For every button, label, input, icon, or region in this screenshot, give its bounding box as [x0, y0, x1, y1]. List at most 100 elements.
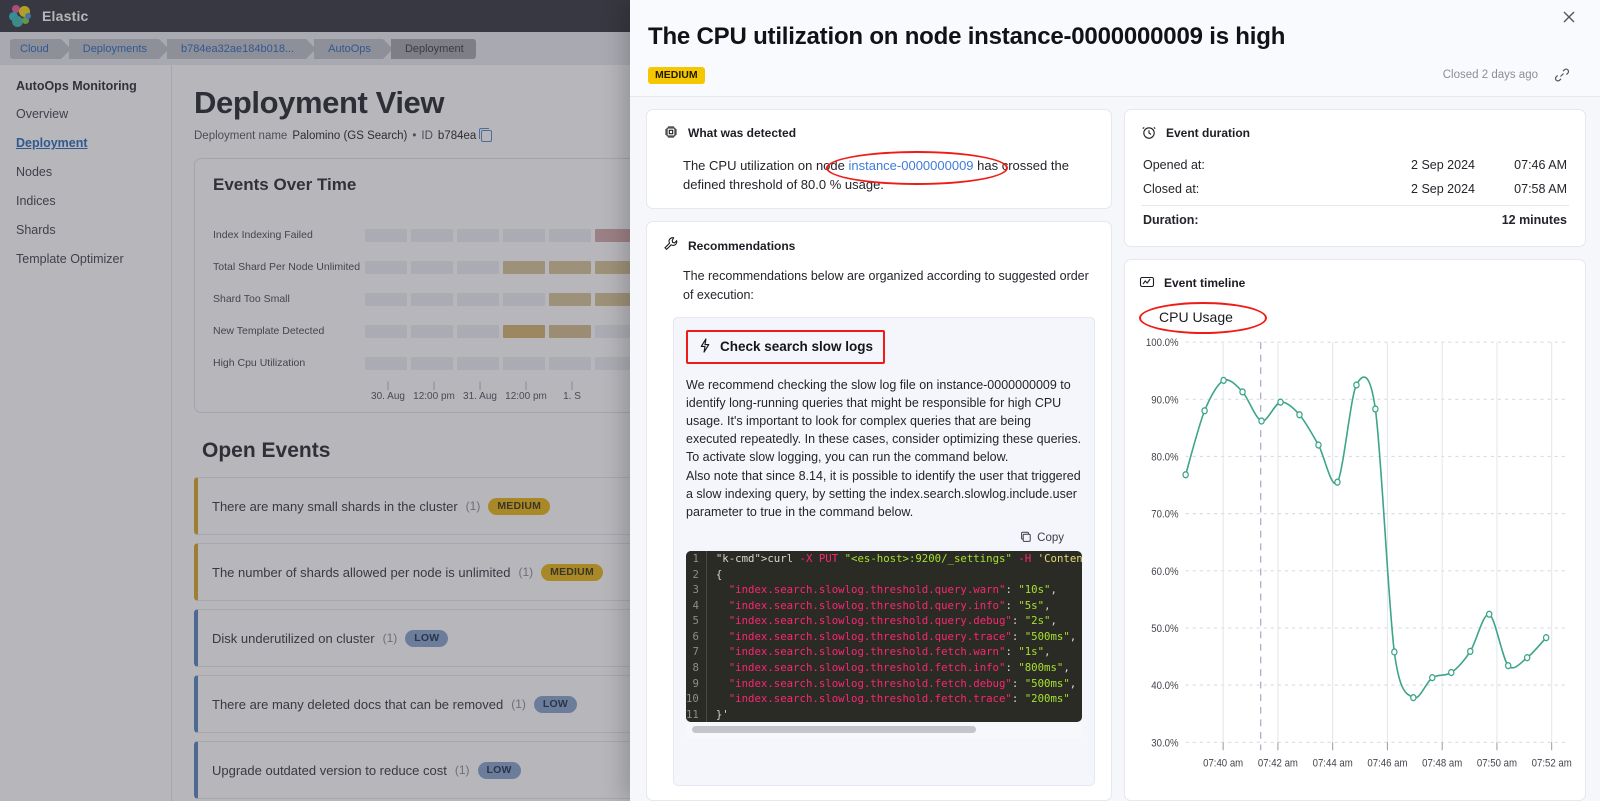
recommendation-title[interactable]: Check search slow logs	[686, 330, 885, 364]
svg-text:80.0%: 80.0%	[1151, 452, 1178, 464]
alarm-clock-icon	[1141, 124, 1157, 143]
code-line-content: "index.search.slowlog.threshold.fetch.de…	[706, 676, 1082, 692]
code-line-number: 6	[686, 629, 706, 645]
code-line: 2{	[686, 567, 1082, 583]
recommendations-panel: Recommendations The recommendations belo…	[646, 221, 1112, 801]
cpu-usage-chart-svg: 30.0% 40.0% 50.0% 60.0% 70.0% 80.0% 90.0% 100.0…	[1139, 333, 1575, 790]
code-line-number: 7	[686, 644, 706, 660]
code-line-content: "index.search.slowlog.threshold.query.tr…	[706, 629, 1082, 645]
lightning-bolt-icon	[698, 338, 712, 356]
app-root: Elastic Cloud Deployments b784ea32ae184b…	[0, 0, 1600, 801]
code-line: 1"k-cmd">curl -X PUT "<es-host>:9200/_se…	[686, 551, 1082, 567]
close-icon[interactable]	[1558, 8, 1580, 30]
code-line-content: "k-cmd">curl -X PUT "<es-host>:9200/_set…	[706, 551, 1082, 567]
node-link[interactable]: instance-0000000009	[848, 158, 973, 173]
chart-title: CPU Usage	[1153, 307, 1575, 327]
svg-text:50.0%: 50.0%	[1151, 623, 1178, 635]
svg-text:07:44 am: 07:44 am	[1313, 758, 1353, 770]
code-line: 4 "index.search.slowlog.threshold.query.…	[686, 598, 1082, 614]
code-line: 9 "index.search.slowlog.threshold.fetch.…	[686, 676, 1082, 692]
duration-label: Duration:	[1143, 213, 1365, 227]
copy-icon	[1020, 531, 1032, 546]
event-duration-label: Event duration	[1166, 126, 1250, 140]
cpu-usage-chart[interactable]: 30.0% 40.0% 50.0% 60.0% 70.0% 80.0% 90.0% 100.0…	[1139, 333, 1575, 790]
recommendation-title-wrap: Check search slow logs	[686, 330, 885, 364]
code-line: 7 "index.search.slowlog.threshold.fetch.…	[686, 644, 1082, 660]
closed-at-time: 07:58 AM	[1475, 182, 1567, 196]
flyout-title: The CPU utilization on node instance-000…	[648, 22, 1288, 53]
duration-divider	[1141, 205, 1569, 206]
opened-at-label: Opened at:	[1143, 158, 1365, 172]
event-duration-panel: Event duration Opened at: 2 Sep 2024 07:…	[1124, 109, 1586, 247]
svg-text:07:50 am: 07:50 am	[1477, 758, 1517, 770]
svg-text:100.0%: 100.0%	[1146, 337, 1179, 349]
code-line-content: "index.search.slowlog.threshold.query.wa…	[706, 582, 1082, 598]
closed-at-row: Closed at: 2 Sep 2024 07:58 AM	[1141, 177, 1569, 201]
svg-text:70.0%: 70.0%	[1151, 509, 1178, 521]
code-block[interactable]: 1"k-cmd">curl -X PUT "<es-host>:9200/_se…	[686, 551, 1082, 723]
closed-at-date: 2 Sep 2024	[1365, 182, 1475, 196]
copy-label: Copy	[1037, 532, 1064, 544]
code-line-content: "index.search.slowlog.threshold.query.in…	[706, 598, 1082, 614]
svg-text:60.0%: 60.0%	[1151, 566, 1178, 578]
flyout-right-column: Event duration Opened at: 2 Sep 2024 07:…	[1124, 109, 1586, 801]
what-was-detected-header: What was detected	[663, 124, 1095, 143]
code-line-content: }'	[706, 707, 1082, 723]
svg-text:07:52 am: 07:52 am	[1532, 758, 1572, 770]
code-line: 5 "index.search.slowlog.threshold.query.…	[686, 613, 1082, 629]
code-line-content: {	[706, 567, 1082, 583]
event-timeline-header: Event timeline	[1139, 274, 1575, 293]
recommendation-item: Check search slow logs We recommend chec…	[673, 317, 1095, 786]
event-timeline-label: Event timeline	[1164, 276, 1245, 290]
code-line-number: 4	[686, 598, 706, 614]
code-line-content: "index.search.slowlog.threshold.fetch.tr…	[706, 691, 1082, 707]
duration-row: Duration: 12 minutes	[1141, 208, 1569, 232]
duration-value: 12 minutes	[1475, 213, 1567, 227]
recommendation-title-label: Check search slow logs	[720, 339, 873, 354]
code-line: 11}'	[686, 707, 1082, 723]
code-line: 8 "index.search.slowlog.threshold.fetch.…	[686, 660, 1082, 676]
svg-text:30.0%: 30.0%	[1151, 738, 1178, 750]
closed-at-label: Closed at:	[1143, 182, 1365, 196]
opened-at-date: 2 Sep 2024	[1365, 158, 1475, 172]
event-detail-flyout: The CPU utilization on node instance-000…	[630, 0, 1600, 801]
recommendation-body-text: We recommend checking the slow log file …	[686, 376, 1082, 521]
code-horizontal-scrollbar[interactable]	[686, 722, 1082, 738]
event-timeline-panel: Event timeline CPU Usage 30.0% 40.0% 50.0%…	[1124, 259, 1586, 801]
recommendations-label: Recommendations	[688, 239, 795, 253]
code-line-number: 5	[686, 613, 706, 629]
line-chart-icon	[1139, 274, 1155, 293]
detected-text-before: The CPU utilization on node	[683, 158, 848, 173]
link-icon[interactable]	[1554, 67, 1570, 83]
copy-code-button[interactable]: Copy	[686, 531, 1064, 546]
status-badge: MEDIUM	[648, 67, 705, 84]
flyout-meta-row: MEDIUM Closed 2 days ago	[648, 67, 1570, 96]
recommendations-header: Recommendations	[663, 236, 1095, 255]
what-was-detected-label: What was detected	[688, 126, 796, 140]
wrench-icon	[663, 236, 679, 255]
code-line-number: 2	[686, 567, 706, 583]
cpu-chip-icon	[663, 124, 679, 143]
opened-at-row: Opened at: 2 Sep 2024 07:46 AM	[1141, 153, 1569, 177]
svg-text:07:42 am: 07:42 am	[1258, 758, 1298, 770]
recommendations-intro: The recommendations below are organized …	[663, 267, 1095, 305]
code-line-content: "index.search.slowlog.threshold.fetch.wa…	[706, 644, 1082, 660]
svg-text:40.0%: 40.0%	[1151, 680, 1178, 692]
closed-ago-label: Closed 2 days ago	[1443, 69, 1538, 81]
opened-at-time: 07:46 AM	[1475, 158, 1567, 172]
code-line-number: 8	[686, 660, 706, 676]
code-line-number: 3	[686, 582, 706, 598]
code-line: 3 "index.search.slowlog.threshold.query.…	[686, 582, 1082, 598]
svg-text:90.0%: 90.0%	[1151, 395, 1178, 407]
event-duration-header: Event duration	[1141, 124, 1569, 143]
detected-description: The CPU utilization on node instance-000…	[663, 157, 1095, 195]
flyout-body: What was detected The CPU utilization on…	[630, 96, 1600, 801]
code-line-number: 1	[686, 551, 706, 567]
svg-text:07:40 am: 07:40 am	[1203, 758, 1243, 770]
svg-text:07:48 am: 07:48 am	[1422, 758, 1462, 770]
code-line-number: 9	[686, 676, 706, 692]
what-was-detected-panel: What was detected The CPU utilization on…	[646, 109, 1112, 210]
flyout-header: The CPU utilization on node instance-000…	[630, 0, 1600, 96]
flyout-left-column: What was detected The CPU utilization on…	[646, 109, 1112, 801]
code-line: 10 "index.search.slowlog.threshold.fetch…	[686, 691, 1082, 707]
